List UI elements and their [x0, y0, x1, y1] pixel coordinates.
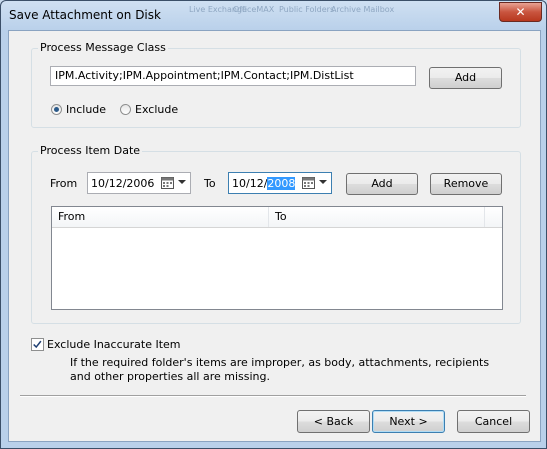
exclude-label: Exclude	[135, 103, 179, 116]
title-bar: Save Attachment on Disk Live Exchange Of…	[1, 1, 546, 29]
message-class-input[interactable]: IPM.Activity;IPM.Appointment;IPM.Contact…	[50, 66, 416, 86]
next-button[interactable]: Next >	[372, 410, 445, 433]
exclude-radio[interactable]: Exclude	[120, 103, 178, 116]
dialog-client-area: Process Message Class IPM.Activity;IPM.A…	[8, 30, 541, 442]
date-range-list[interactable]: From To	[51, 206, 503, 310]
add-message-class-button[interactable]: Add	[429, 67, 502, 89]
list-header: From To	[52, 207, 502, 228]
window-title: Save Attachment on Disk	[9, 8, 161, 22]
message-class-group-label: Process Message Class	[38, 41, 168, 54]
from-label: From	[50, 177, 78, 190]
message-class-group: Process Message Class IPM.Activity;IPM.A…	[31, 41, 521, 128]
cancel-button[interactable]: Cancel	[457, 410, 530, 433]
exclude-inaccurate-checkbox[interactable]	[31, 338, 44, 351]
add-date-button[interactable]: Add	[346, 173, 418, 195]
from-date-value: 10/12/2006	[91, 177, 155, 190]
calendar-icon	[161, 177, 174, 189]
radio-unchecked-icon	[120, 104, 131, 115]
dialog-window: Save Attachment on Disk Live Exchange Of…	[0, 0, 547, 449]
exclude-inaccurate-description: If the required folder's items are impro…	[70, 356, 490, 383]
include-radio[interactable]: Include	[51, 103, 106, 116]
checkmark-icon	[33, 340, 42, 349]
column-header-to[interactable]: To	[269, 207, 485, 227]
background-window-title: Archive Mailbox	[331, 5, 395, 14]
chevron-down-icon	[319, 180, 327, 184]
back-button[interactable]: < Back	[297, 410, 370, 433]
footer-divider	[20, 395, 526, 397]
radio-checked-icon	[51, 104, 62, 115]
item-date-group-label: Process Item Date	[38, 144, 143, 157]
to-date-picker[interactable]: 10/12/2008	[228, 172, 332, 194]
calendar-icon	[302, 177, 315, 189]
chevron-down-icon	[178, 180, 186, 184]
to-date-value: 10/12/2008	[232, 177, 296, 190]
close-icon: ✕	[515, 5, 526, 19]
item-date-group: Process Item Date From 10/12/2006 To 10/…	[31, 144, 521, 324]
close-button[interactable]: ✕	[499, 2, 542, 22]
remove-date-button[interactable]: Remove	[430, 173, 502, 195]
background-window-title: Public Folders	[279, 5, 335, 14]
to-label: To	[204, 177, 216, 190]
exclude-inaccurate-label: Exclude Inaccurate Item	[47, 338, 181, 351]
background-window-title: OfficeMAX	[233, 5, 275, 14]
include-label: Include	[66, 103, 107, 116]
from-date-picker[interactable]: 10/12/2006	[87, 172, 191, 194]
to-date-selected-year: 2008	[267, 177, 296, 190]
column-header-from[interactable]: From	[52, 207, 269, 227]
to-date-prefix: 10/12/	[232, 177, 268, 190]
